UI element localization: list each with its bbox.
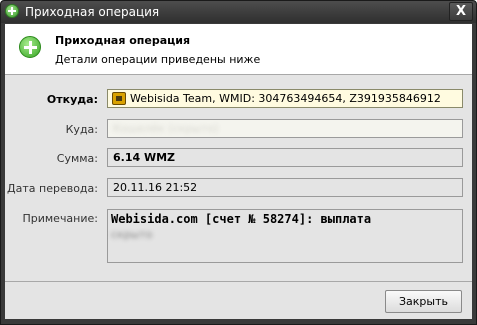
window-close-button[interactable]: X bbox=[449, 2, 473, 21]
from-label: Откуда: bbox=[46, 93, 98, 106]
dialog-header: Приходная операция Детали операции приве… bbox=[5, 24, 472, 74]
details-panel: Откуда: Webisida Team, WMID: 30476349465… bbox=[5, 74, 472, 281]
to-field[interactable]: Кошелёк (скрыто) bbox=[107, 119, 463, 138]
amount-value: 6.14 WMZ bbox=[113, 151, 176, 164]
amount-label: Сумма: bbox=[56, 152, 98, 165]
header-subtitle: Детали операции приведены ниже bbox=[55, 53, 261, 66]
wallet-icon bbox=[112, 92, 126, 105]
window-title: Приходная операция bbox=[25, 5, 160, 19]
plus-circle-icon bbox=[5, 4, 19, 18]
date-label: Дата перевода: bbox=[7, 182, 98, 195]
date-field[interactable]: 20.11.16 21:52 bbox=[107, 178, 463, 197]
dialog-window: Приходная операция X Приходная операция … bbox=[0, 0, 477, 325]
to-value: Кошелёк (скрыто) bbox=[113, 122, 219, 135]
title-bar[interactable]: Приходная операция X bbox=[1, 1, 476, 23]
close-button[interactable]: Закрыть bbox=[385, 290, 462, 313]
plus-circle-icon bbox=[19, 36, 41, 58]
header-title: Приходная операция bbox=[55, 34, 191, 47]
note-line-1: Webisida.com [счет № 58274]: выплата bbox=[111, 212, 372, 226]
dialog-footer: Закрыть bbox=[5, 281, 472, 319]
to-label: Куда: bbox=[65, 123, 98, 136]
note-line-2: скрыто bbox=[111, 228, 153, 241]
date-value: 20.11.16 21:52 bbox=[113, 181, 198, 194]
amount-field[interactable]: 6.14 WMZ bbox=[107, 148, 463, 167]
from-value: Webisida Team, WMID: 304763494654, Z3919… bbox=[130, 92, 441, 105]
note-field[interactable]: Webisida.com [счет № 58274]: выплата скр… bbox=[107, 209, 463, 263]
note-label: Примечание: bbox=[22, 212, 98, 225]
from-field[interactable]: Webisida Team, WMID: 304763494654, Z3919… bbox=[107, 89, 463, 108]
